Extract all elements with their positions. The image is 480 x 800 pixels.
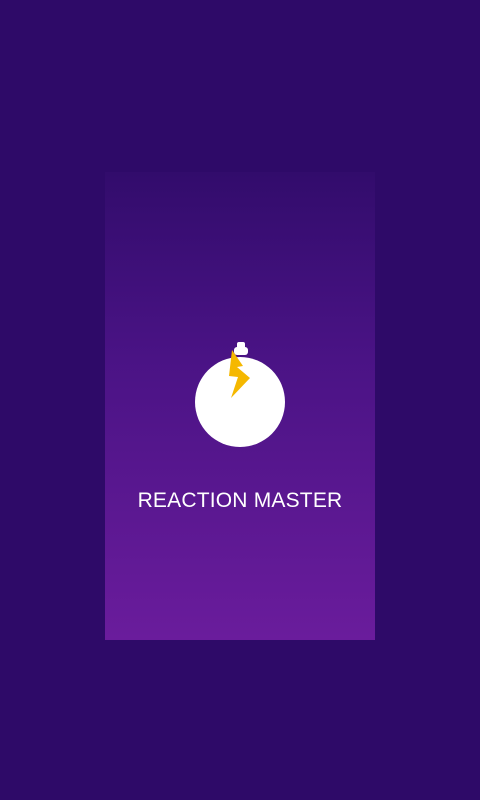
splash-card: REACTION MASTER xyxy=(105,172,375,640)
app-title: REACTION MASTER xyxy=(137,489,343,512)
stopwatch-lightning-icon xyxy=(195,342,285,447)
app-logo xyxy=(193,340,287,450)
